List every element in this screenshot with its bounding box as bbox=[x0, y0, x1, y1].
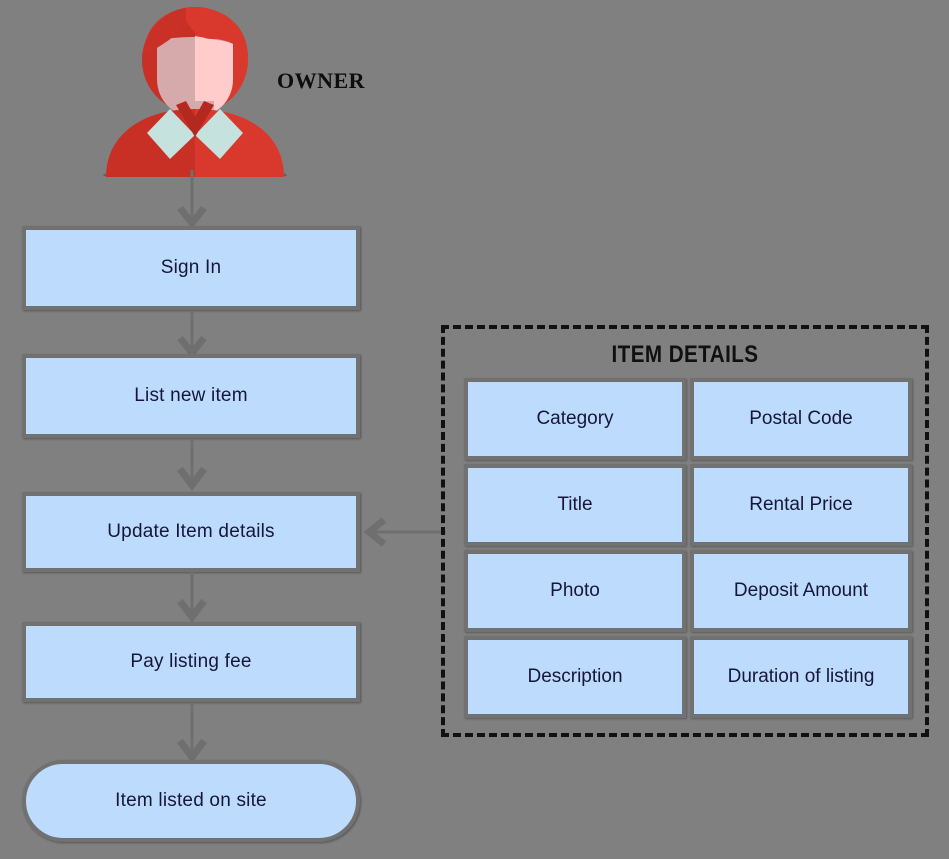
detail-cell-description[interactable]: Description bbox=[464, 636, 686, 718]
item-details-title: ITEM DETAILS bbox=[611, 341, 759, 368]
node-sign-in[interactable]: Sign In bbox=[22, 226, 360, 310]
detail-cell-category[interactable]: Category bbox=[464, 378, 686, 460]
owner-label: OWNER bbox=[277, 68, 366, 93]
detail-cell-label: Rental Price bbox=[749, 494, 853, 515]
detail-cell-postal-code[interactable]: Postal Code bbox=[690, 378, 912, 460]
arrow-list-new-item-to-update-item-details bbox=[172, 436, 212, 491]
detail-cell-label: Duration of listing bbox=[727, 666, 875, 687]
detail-cell-title[interactable]: Title bbox=[464, 464, 686, 546]
detail-cell-photo[interactable]: Photo bbox=[464, 550, 686, 632]
person-avatar-icon bbox=[103, 7, 287, 177]
arrow-sign-in-to-list-new-item bbox=[172, 308, 212, 359]
arrow-item-details-to-update-item-details bbox=[358, 512, 448, 552]
detail-cell-label: Description bbox=[527, 666, 623, 687]
arrow-owner-to-sign-in bbox=[172, 170, 212, 229]
detail-cell-rental-price[interactable]: Rental Price bbox=[690, 464, 912, 546]
item-details-grid: Category Postal Code Title Rental Price … bbox=[464, 378, 912, 718]
diagram-canvas: OWNER Sign In List new item Update Item … bbox=[0, 0, 949, 859]
detail-cell-label: Category bbox=[536, 408, 614, 429]
node-item-listed-on-site[interactable]: Item listed on site bbox=[22, 760, 360, 842]
node-label: List new item bbox=[134, 385, 248, 406]
node-label: Sign In bbox=[160, 257, 222, 278]
node-update-item-details[interactable]: Update Item details bbox=[22, 492, 360, 572]
node-list-new-item[interactable]: List new item bbox=[22, 354, 360, 438]
arrow-update-item-details-to-pay-listing-fee bbox=[172, 570, 212, 623]
arrow-pay-listing-fee-to-item-listed bbox=[172, 700, 212, 763]
owner-avatar bbox=[100, 5, 290, 177]
detail-cell-label: Photo bbox=[550, 580, 600, 601]
node-label: Update Item details bbox=[107, 521, 275, 542]
node-label: Pay listing fee bbox=[130, 651, 252, 672]
detail-cell-label: Deposit Amount bbox=[733, 580, 869, 601]
node-pay-listing-fee[interactable]: Pay listing fee bbox=[22, 622, 360, 702]
detail-cell-duration-of-listing[interactable]: Duration of listing bbox=[690, 636, 912, 718]
detail-cell-label: Title bbox=[557, 494, 593, 515]
node-label: Item listed on site bbox=[115, 790, 267, 811]
item-details-panel: ITEM DETAILS Category Postal Code Title … bbox=[441, 325, 929, 737]
detail-cell-deposit-amount[interactable]: Deposit Amount bbox=[690, 550, 912, 632]
detail-cell-label: Postal Code bbox=[749, 408, 853, 429]
